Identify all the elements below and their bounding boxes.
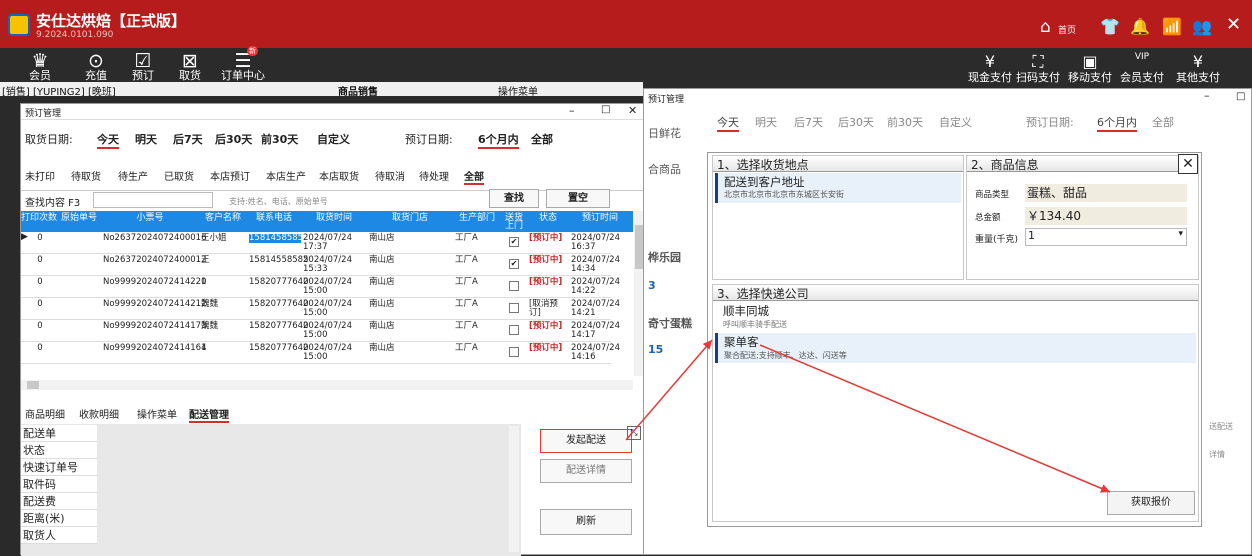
arrow-to-courier [625,339,713,441]
arrow-to-quote [759,344,1111,493]
annotation-arrows [625,339,1111,493]
